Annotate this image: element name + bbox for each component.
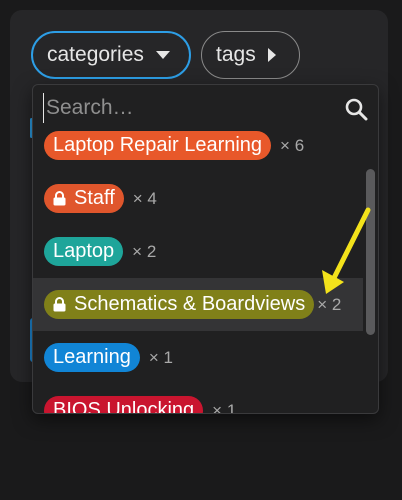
tag-pill: Laptop: [44, 237, 124, 266]
categories-label: categories: [47, 43, 144, 66]
tag-label: Learning: [53, 346, 131, 368]
tag-pill: Schematics & Boardviews: [44, 290, 315, 319]
tag-pill: Laptop Repair Learning: [44, 131, 272, 160]
tag-count: × 1: [148, 347, 173, 367]
tag-label: Laptop Repair Learning: [53, 134, 263, 156]
list-item[interactable]: Schematics & Boardviews × 2: [33, 278, 363, 331]
list-item[interactable]: Laptop Repair Learning × 6: [33, 119, 363, 172]
tag-label: BIOS Unlocking: [53, 399, 195, 414]
tag-count: × 6: [280, 135, 305, 155]
tag-count: × 2: [132, 241, 157, 261]
tag-label: Schematics & Boardviews: [74, 293, 306, 315]
tag-pill: BIOS Unlocking: [44, 396, 204, 414]
tags-dropdown-button[interactable]: tags: [201, 31, 300, 79]
categories-dropdown-button[interactable]: categories: [31, 31, 191, 79]
tag-label: Laptop: [53, 240, 115, 262]
tags-label: tags: [216, 43, 256, 66]
tag-count: × 4: [132, 188, 157, 208]
list-item[interactable]: BIOS Unlocking × 1: [33, 384, 363, 414]
caret-down-icon: [155, 50, 170, 60]
list-item[interactable]: Laptop × 2: [33, 225, 363, 278]
list-item[interactable]: Learning × 1: [33, 331, 363, 384]
categories-dropdown-menu: Laptop Repair Learning × 6 Staff × 4 Lap…: [32, 84, 379, 414]
scrollbar[interactable]: [366, 169, 375, 335]
tag-label: Staff: [74, 187, 115, 209]
caret-right-icon: [267, 48, 277, 62]
tag-pill: Learning: [44, 343, 140, 372]
tag-count: × 1: [212, 400, 237, 414]
lock-icon: [53, 191, 66, 206]
lock-icon: [53, 297, 66, 312]
list-item[interactable]: Staff × 4: [33, 172, 363, 225]
search-icon[interactable]: [344, 97, 368, 121]
tag-pill: Staff: [44, 184, 124, 213]
tag-count: × 2: [317, 294, 342, 314]
